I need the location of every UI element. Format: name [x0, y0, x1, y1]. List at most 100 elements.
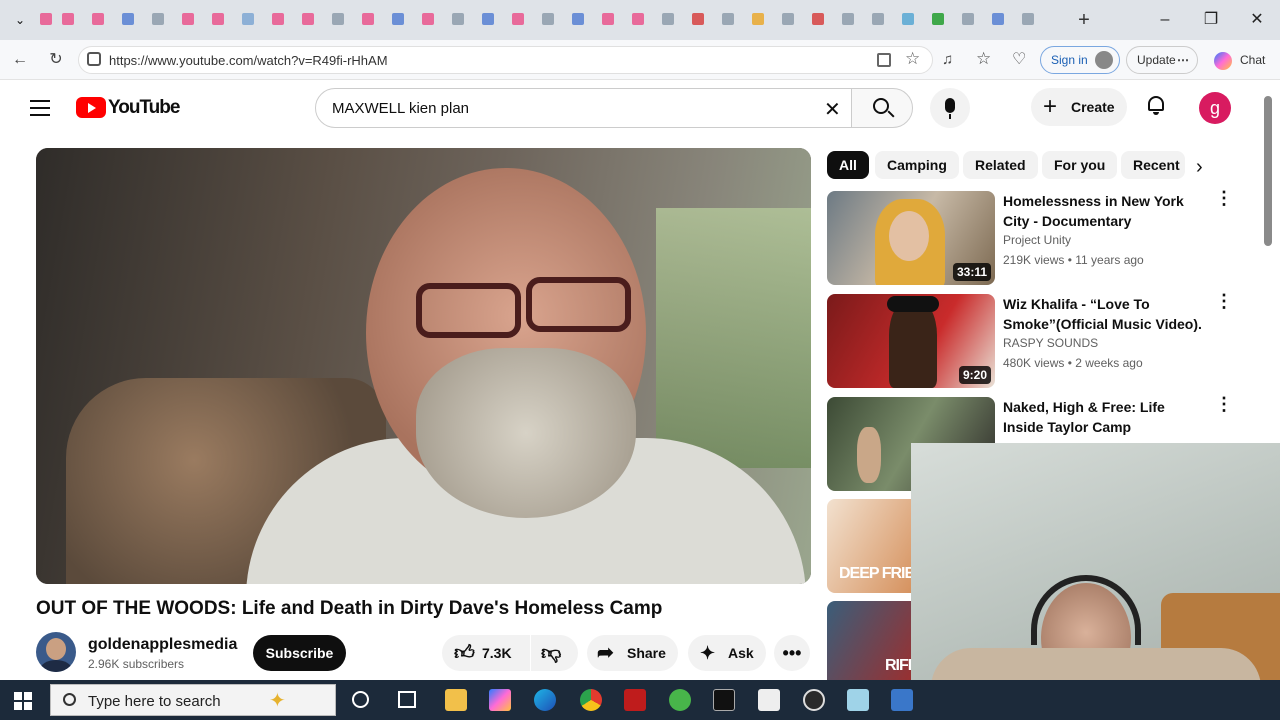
pinned-tab-favicon[interactable] [632, 13, 644, 25]
pinned-tab-favicon[interactable] [272, 13, 284, 25]
pinned-tab-favicon[interactable] [212, 13, 224, 25]
copilot-icon[interactable] [1214, 52, 1232, 70]
pinned-tab-favicon[interactable] [782, 13, 794, 25]
youtube-logo[interactable]: YouTube [76, 97, 180, 119]
maximize-button[interactable]: ❐ [1196, 8, 1226, 32]
pinned-tab-favicon[interactable] [572, 13, 584, 25]
recommendation-title[interactable]: Naked, High & Free: Life Inside Taylor C… [1003, 397, 1208, 437]
ask-button[interactable]: ✦ Ask [688, 635, 766, 671]
pinned-tab-favicon[interactable] [62, 13, 74, 25]
copilot-taskbar-icon[interactable] [489, 689, 511, 711]
recommendation-title[interactable]: Homelessness in New York City - Document… [1003, 191, 1208, 231]
menu-icon[interactable] [30, 100, 50, 116]
pinned-tab-favicon[interactable] [902, 13, 914, 25]
cortana-icon[interactable] [352, 691, 369, 708]
favorites-icon[interactable]: ☆ [976, 49, 991, 69]
task-view-icon[interactable] [398, 691, 416, 708]
chat-label[interactable]: Chat [1240, 53, 1265, 67]
create-button[interactable]: + Create [1031, 88, 1127, 126]
vnc-icon[interactable] [758, 689, 780, 711]
pinned-tab-favicon[interactable] [482, 13, 494, 25]
video-thumbnail[interactable]: 33:11 [827, 191, 995, 285]
pinned-tab-favicon[interactable] [662, 13, 674, 25]
browser-essentials-icon[interactable]: ♡ [1012, 49, 1026, 69]
pinned-tab-favicon[interactable] [602, 13, 614, 25]
chip-for-you[interactable]: For you [1042, 151, 1118, 179]
bookmark-star-icon[interactable]: ☆ [905, 49, 920, 69]
pinned-tab-favicon[interactable] [692, 13, 704, 25]
address-bar[interactable]: https://www.youtube.com/watch?v=R49fi-rH… [78, 46, 933, 74]
sign-in-button[interactable]: Sign in [1040, 46, 1120, 74]
app-icon[interactable] [891, 689, 913, 711]
chrome-icon[interactable] [580, 689, 602, 711]
media-control-icon[interactable]: ♫ [942, 51, 953, 68]
pinned-tab-favicon[interactable] [362, 13, 374, 25]
more-vertical-icon[interactable]: ⋮ [1215, 292, 1233, 320]
chip-all[interactable]: All [827, 151, 869, 179]
search-button[interactable] [851, 88, 913, 128]
pinned-tab-favicon[interactable] [122, 13, 134, 25]
pinned-tab-favicon[interactable] [512, 13, 524, 25]
pinned-tab-favicon[interactable] [452, 13, 464, 25]
pinned-tab-favicon[interactable] [40, 13, 52, 25]
edge-icon[interactable] [534, 689, 556, 711]
pinned-tab-favicon[interactable] [932, 13, 944, 25]
recommendation-channel[interactable]: RASPY SOUNDS [1003, 336, 1098, 350]
more-actions-button[interactable]: ••• [774, 635, 810, 671]
tab-list-dropdown[interactable]: ⌄ [10, 10, 30, 30]
site-info-icon[interactable] [87, 52, 101, 66]
utorrent-icon[interactable] [669, 689, 691, 711]
pinned-tab-favicon[interactable] [842, 13, 854, 25]
filezilla-icon[interactable] [624, 689, 646, 711]
pinned-tab-favicon[interactable] [92, 13, 104, 25]
pinned-tab-favicon[interactable] [302, 13, 314, 25]
taskbar-search-box[interactable]: Type here to search ✦ [50, 684, 336, 716]
pinned-tab-favicon[interactable] [1022, 13, 1034, 25]
pinned-tab-favicon[interactable] [182, 13, 194, 25]
chip-recent[interactable]: Recent [1121, 151, 1185, 179]
reload-icon[interactable]: ↻ [46, 50, 66, 70]
terminal-icon[interactable] [713, 689, 735, 711]
more-vertical-icon[interactable]: ⋮ [1215, 395, 1233, 423]
recommendation-item[interactable]: 33:11 Homelessness in New York City - Do… [827, 189, 1262, 287]
pinned-tab-favicon[interactable] [542, 13, 554, 25]
close-window-button[interactable]: ✕ [1242, 8, 1272, 32]
clear-search-icon[interactable]: ✕ [824, 97, 841, 122]
recommendation-item[interactable]: 9:20 Wiz Khalifa - “Love To Smoke”(Offic… [827, 292, 1262, 390]
install-app-icon[interactable] [877, 53, 891, 67]
chevron-right-icon[interactable]: › [1196, 156, 1203, 179]
new-tab-button[interactable]: + [1074, 8, 1094, 32]
pinned-tab-favicon[interactable] [332, 13, 344, 25]
start-windows-icon[interactable] [14, 692, 32, 710]
obs-icon[interactable] [803, 689, 825, 711]
pinned-tab-favicon[interactable] [962, 13, 974, 25]
pinned-tab-favicon[interactable] [812, 13, 824, 25]
chip-related[interactable]: Related [963, 151, 1038, 179]
pinned-tab-favicon[interactable] [872, 13, 884, 25]
pinned-tab-favicon[interactable] [992, 13, 1004, 25]
recommendation-channel[interactable]: Project Unity [1003, 233, 1071, 247]
subscribe-button[interactable]: Subscribe [253, 635, 346, 671]
like-button[interactable]: 👍︎ 7.3K [442, 635, 530, 671]
app-icon[interactable] [847, 689, 869, 711]
url-text[interactable]: https://www.youtube.com/watch?v=R49fi-rH… [109, 53, 388, 68]
pinned-tab-favicon[interactable] [752, 13, 764, 25]
share-button[interactable]: ➦ Share [587, 635, 678, 671]
video-player[interactable] [36, 148, 811, 584]
video-thumbnail[interactable]: 9:20 [827, 294, 995, 388]
search-query[interactable]: MAXWELL kien plan [332, 100, 469, 117]
dislike-button[interactable]: 👎︎ [531, 635, 578, 671]
update-button[interactable]: Update ⋯ [1126, 46, 1198, 74]
file-explorer-icon[interactable] [445, 689, 467, 711]
recommendation-title[interactable]: Wiz Khalifa - “Love To Smoke”(Official M… [1003, 294, 1208, 334]
minimize-button[interactable]: – [1150, 8, 1180, 32]
channel-avatar[interactable] [36, 632, 76, 672]
pinned-tab-favicon[interactable] [392, 13, 404, 25]
more-vertical-icon[interactable]: ⋮ [1215, 189, 1233, 217]
back-icon[interactable]: ← [10, 50, 30, 70]
voice-search-button[interactable] [930, 88, 970, 128]
pinned-tab-favicon[interactable] [242, 13, 254, 25]
channel-name[interactable]: goldenapplesmedia [88, 636, 237, 654]
pinned-tab-favicon[interactable] [422, 13, 434, 25]
notifications-bell-icon[interactable] [1146, 94, 1166, 116]
